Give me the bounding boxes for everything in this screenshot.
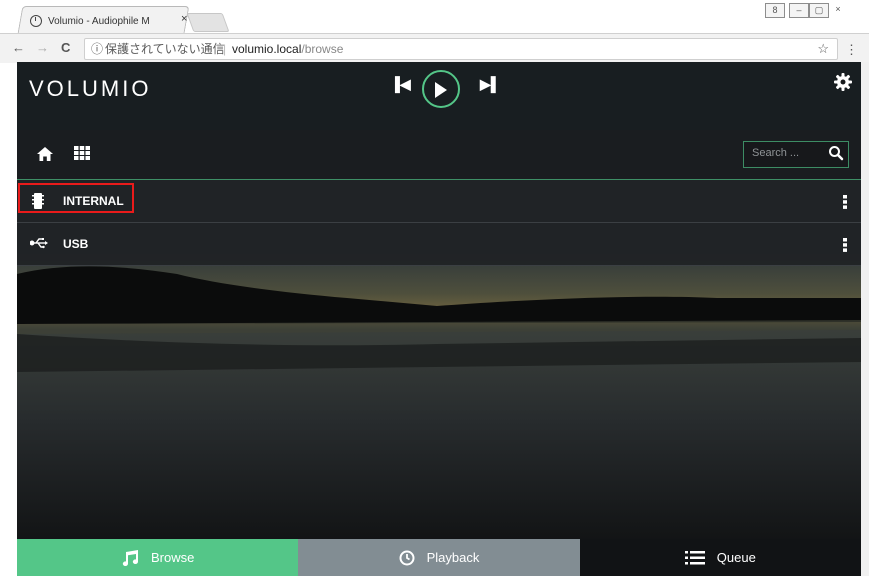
page-scrollbar[interactable] (861, 62, 869, 576)
bookmark-star-icon[interactable]: ☆ (817, 39, 829, 59)
source-row-internal[interactable]: INTERNAL (17, 180, 861, 223)
new-tab-button[interactable] (186, 13, 230, 32)
security-label: 保護されていない通信 (105, 42, 225, 56)
profile-button[interactable]: 8 (765, 3, 785, 18)
close-window-button[interactable]: × (829, 3, 847, 16)
tab-playback-label: Playback (426, 550, 480, 565)
url-path: /browse (301, 42, 344, 56)
maximize-button[interactable]: ▢ (809, 3, 829, 18)
tab-favicon-icon (30, 15, 42, 27)
volumio-app: VOLUMIO ▐◀ ▶▌ Search ... INTERNAL USB Br… (17, 62, 861, 576)
info-icon[interactable]: ⓘ (91, 39, 103, 59)
bottom-navigation: Browse Playback Queue (17, 539, 861, 576)
volumio-logo: VOLUMIO (29, 76, 152, 101)
url-host: volumio.local (232, 42, 302, 56)
url-input[interactable]: ⓘ 保護されていない通信 | volumio.local/browse ☆ (84, 38, 838, 60)
play-icon (435, 82, 447, 98)
tab-strip: Volumio - Audiophile M × 8 – ▢ × (0, 0, 869, 33)
search-input[interactable]: Search ... (743, 141, 849, 168)
source-label-usb: USB (63, 237, 89, 251)
top-bar: VOLUMIO ▐◀ ▶▌ (17, 62, 861, 130)
source-row-usb[interactable]: USB (17, 223, 861, 266)
browser-menu-button[interactable]: ⋮ (845, 42, 858, 58)
previous-track-icon[interactable]: ▐◀ (390, 76, 411, 93)
address-bar: ← → C ⓘ 保護されていない通信 | volumio.local/brows… (0, 33, 869, 63)
tab-browse[interactable]: Browse (17, 539, 299, 576)
search-icon[interactable] (828, 145, 844, 161)
gear-icon[interactable] (833, 72, 853, 92)
url-separator: | (223, 42, 227, 56)
tab-playback[interactable]: Playback (298, 539, 580, 576)
transport-controls: ▐◀ ▶▌ (387, 68, 507, 116)
browser-chrome: Volumio - Audiophile M × 8 – ▢ × ← → C ⓘ… (0, 0, 869, 63)
list-icon (684, 550, 705, 564)
more-options-icon[interactable] (843, 195, 847, 209)
minimize-button[interactable]: – (789, 3, 809, 18)
url-text: volumio.local/browse (232, 39, 343, 59)
back-button[interactable]: ← (12, 40, 25, 55)
more-options-icon[interactable] (843, 238, 847, 252)
internal-highlight-box (18, 183, 134, 213)
tab-title: Volumio - Audiophile M (48, 15, 150, 27)
grid-view-icon[interactable] (74, 146, 90, 160)
next-track-icon[interactable]: ▶▌ (480, 76, 501, 93)
tab-browse-label: Browse (150, 550, 195, 565)
tab-queue[interactable]: Queue (579, 539, 861, 576)
tab-title-group[interactable]: Volumio - Audiophile M (30, 11, 150, 31)
music-note-icon (122, 549, 138, 566)
search-placeholder: Search ... (752, 147, 800, 159)
forward-button[interactable]: → (36, 40, 49, 55)
clock-icon (399, 550, 415, 565)
usb-icon (30, 238, 48, 249)
home-icon[interactable] (37, 147, 53, 161)
browse-toolbar: Search ... (17, 130, 861, 180)
tab-queue-label: Queue (716, 550, 756, 565)
reload-button[interactable]: C (61, 40, 70, 55)
